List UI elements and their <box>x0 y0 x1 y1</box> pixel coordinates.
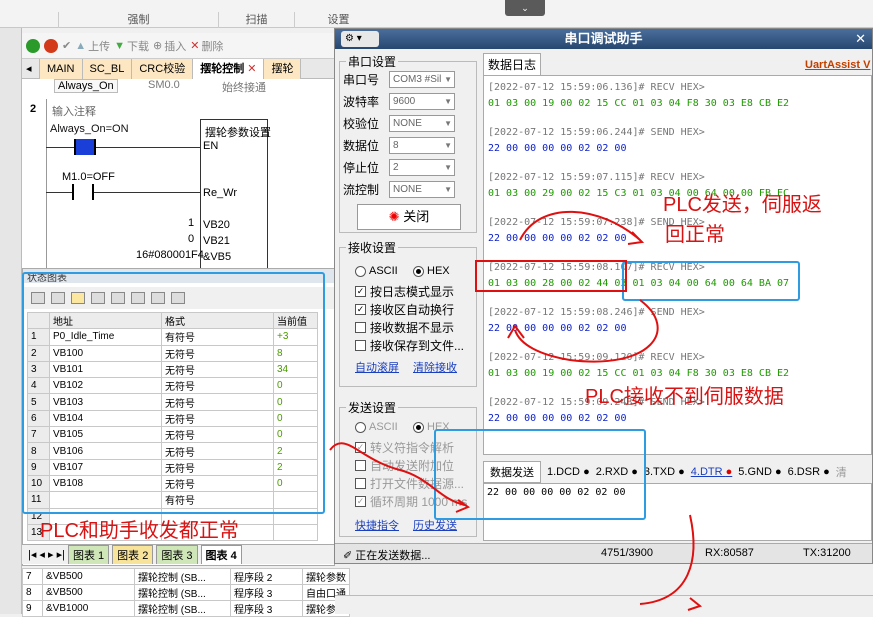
annotation-arrows <box>329 210 703 611</box>
